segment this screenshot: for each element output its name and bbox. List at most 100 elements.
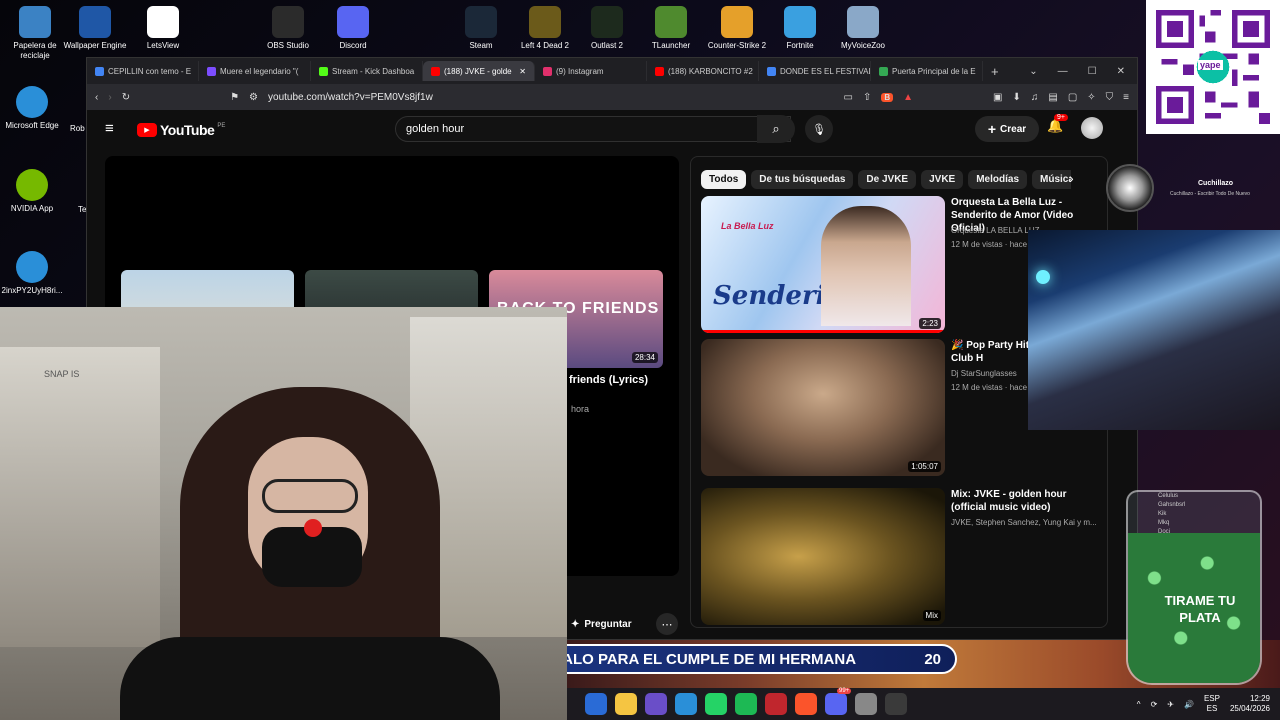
filter-chip[interactable]: Todos (701, 170, 747, 189)
taskbar-app-icon[interactable] (795, 693, 817, 715)
site-info-icon[interactable]: ⚙ (249, 92, 258, 103)
hamburger-icon[interactable]: ≡ (105, 120, 114, 137)
tab-favicon-icon (767, 66, 776, 76)
desktop-icon[interactable]: Left 4 Dead 2 (510, 6, 580, 51)
screen-icon[interactable]: ▭ (843, 92, 852, 103)
clock-date: 25/04/2026 (1229, 704, 1270, 713)
desktop-icon[interactable]: LetsView (128, 6, 198, 51)
tab-label: DONDE ES EL FESTIVAL (780, 66, 871, 76)
performer-figure (1108, 270, 1188, 430)
taskbar-app-icon[interactable] (705, 693, 727, 715)
desktop-icon[interactable]: Counter-Strike 2 (702, 6, 772, 51)
filter-chip[interactable]: Melodías (968, 170, 1028, 189)
back-icon[interactable]: ‹ (95, 92, 98, 103)
filter-chip[interactable]: JVKE (921, 170, 964, 189)
tab-favicon-icon (95, 66, 104, 76)
taskbar-app-icon[interactable] (675, 693, 697, 715)
desktop-icon[interactable]: OBS Studio (253, 6, 323, 51)
taskbar-app-icon[interactable] (765, 693, 787, 715)
language-indicator[interactable]: ESP ES (1204, 694, 1220, 714)
clock[interactable]: 12:29 25/04/2026 (1230, 694, 1270, 714)
browser-tab[interactable]: (188) KARBONCITO #2 (647, 61, 759, 81)
vpn-icon[interactable]: ⛉ (1106, 92, 1114, 103)
bookmark-icon[interactable]: ⚑ (230, 92, 239, 103)
desktop-icon[interactable]: Steam (446, 6, 516, 51)
endscreen-title[interactable]: friends (Lyrics) (569, 374, 648, 386)
maximize-button[interactable]: ☐ (1088, 66, 1097, 77)
desktop-icon[interactable]: Outlast 2 (572, 6, 642, 51)
minimize-button[interactable]: — (1058, 66, 1068, 77)
user-avatar[interactable] (1081, 117, 1103, 139)
search-box[interactable]: golden hour ✕ (395, 116, 791, 142)
desktop-icon[interactable]: Microsoft Edge (0, 86, 67, 131)
taskbar-app-icon[interactable] (615, 693, 637, 715)
desktop-icon-label: Microsoft Edge (5, 121, 59, 130)
browser-tab[interactable]: Puerta Principal de la E (871, 61, 983, 81)
filter-chip[interactable]: De tus búsquedas (751, 170, 854, 189)
desktop-icon[interactable]: Fortnite (765, 6, 835, 51)
rec-video-3[interactable]: Mix Mix: JVKE - golden hour (official mu… (701, 488, 1101, 626)
share-icon[interactable]: ⇧ (863, 92, 871, 103)
url-field[interactable]: youtube.com/watch?v=PEM0Vs8jf1w (268, 92, 833, 103)
sidebar-icon[interactable]: ▣ (993, 92, 1002, 103)
browser-tab[interactable]: (188) JVKE - golde ✕ (423, 61, 535, 81)
tab-search-icon[interactable]: ⌄ (1029, 66, 1037, 77)
browser-tab[interactable]: CEPILLIN con temo - E (87, 61, 199, 81)
rec-thumb-brand-1: La Bella Luz (721, 221, 774, 231)
reload-icon[interactable]: ↻ (122, 92, 130, 103)
download-icon[interactable]: ⬇ (1012, 92, 1020, 103)
new-tab-button[interactable]: + (991, 64, 999, 79)
ask-button[interactable]: ✦ Preguntar (571, 613, 645, 635)
tab-close-icon[interactable]: ✕ (519, 67, 526, 76)
secondary-camera-feed (1028, 230, 1280, 430)
filter-chip[interactable]: Música vo (1032, 170, 1071, 189)
jar-list-item: Mkq (1158, 520, 1170, 526)
taskbar-app-icon[interactable] (855, 693, 877, 715)
chips-next-icon[interactable]: › (1069, 170, 1074, 186)
taskbar-app-icon[interactable] (885, 693, 907, 715)
profile-overlay: Cuchillazo Cuchillazo - Escribir Todo De… (1106, 164, 1270, 214)
tab-favicon-icon (319, 66, 328, 76)
desktop-icon[interactable]: Wallpaper Engine (60, 6, 130, 51)
system-tray: ^ ⟳ ✈ 🔊 ESP ES 12:29 25/04/2026 (1137, 694, 1280, 714)
brave-rewards-icon[interactable]: ▲ (903, 92, 913, 103)
forward-icon[interactable]: › (108, 92, 111, 103)
browser-tab[interactable]: Stream - Kick Dashboa (311, 61, 423, 81)
search-icon[interactable]: ⌕ (757, 115, 795, 143)
reader-icon[interactable]: ▤ (1048, 92, 1057, 103)
wallet-icon[interactable]: ▢ (1068, 92, 1077, 103)
taskbar-app-icon[interactable] (825, 693, 847, 715)
taskbar-app-icon[interactable] (585, 693, 607, 715)
close-button[interactable]: ✕ (1117, 66, 1125, 77)
media-icon[interactable]: ♫ (1031, 92, 1039, 103)
search-input[interactable]: golden hour (406, 123, 464, 135)
endscreen-meta: hora (571, 404, 590, 414)
desktop-icon[interactable]: Discord (318, 6, 388, 51)
browser-tab[interactable]: (9) Instagram (535, 61, 647, 81)
desktop-icon[interactable]: TLauncher (636, 6, 706, 51)
clock-time: 12:29 (1249, 694, 1270, 703)
tab-label: (188) KARBONCITO #2 (668, 66, 753, 76)
tray-sync-icon[interactable]: ⟳ (1151, 700, 1158, 709)
voice-search-icon[interactable]: 🎙 (805, 115, 833, 143)
brave-shield-icon[interactable]: B (881, 92, 894, 102)
more-options-icon[interactable]: ⋯ (656, 613, 678, 635)
desktop-icon[interactable]: 2inxPY2UyH8ri... (0, 251, 67, 296)
app-icon (79, 6, 111, 38)
taskbar-app-icon[interactable] (645, 693, 667, 715)
browser-tab[interactable]: DONDE ES EL FESTIVAL (759, 61, 871, 81)
create-button[interactable]: + Crear (975, 116, 1039, 142)
desktop-icon[interactable]: MyVoiceZoo (828, 6, 898, 51)
youtube-logo[interactable]: ▶ YouTube PE (137, 122, 225, 138)
leo-icon[interactable]: ✧ (1087, 92, 1095, 103)
tray-volume-icon[interactable]: 🔊 (1184, 700, 1194, 709)
desktop-icon[interactable]: NVIDIA App (0, 169, 67, 214)
browser-tab[interactable]: Muere el legendario "( (199, 61, 311, 81)
tray-expand-icon[interactable]: ^ (1137, 700, 1141, 709)
desktop-icon-label: Discord (339, 41, 367, 50)
menu-icon[interactable]: ≡ (1123, 92, 1129, 103)
taskbar-app-icon[interactable] (735, 693, 757, 715)
yape-label: yape (1198, 60, 1223, 70)
tray-airplane-icon[interactable]: ✈ (1167, 700, 1174, 709)
filter-chip[interactable]: De JVKE (858, 170, 917, 189)
